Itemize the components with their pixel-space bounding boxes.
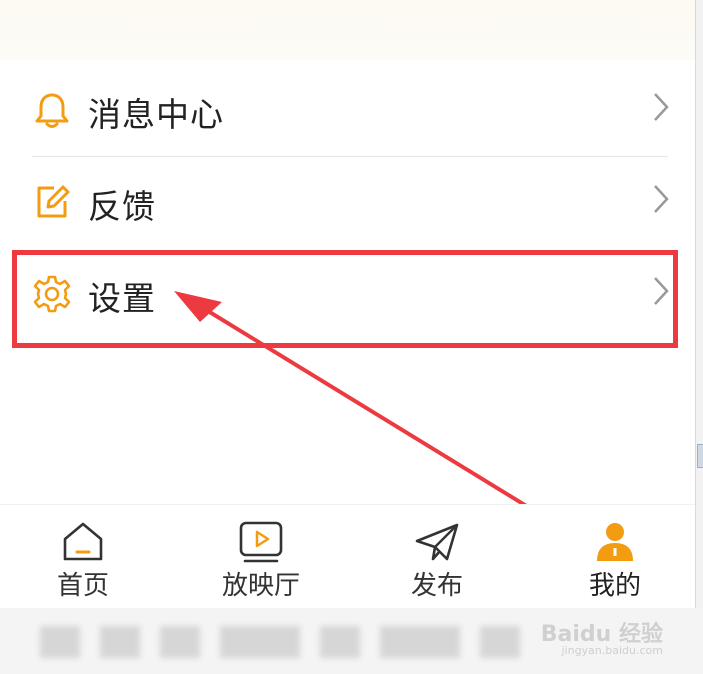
tab-mine[interactable]: 我的 [550,515,680,607]
blurred-content [480,626,520,658]
tab-label: 首页 [56,571,109,601]
chevron-right-icon [654,185,669,213]
menu-item-feedback[interactable]: 反馈 [0,158,695,250]
user-icon [597,523,633,561]
edge-tab [697,444,703,468]
tab-home[interactable]: 首页 [18,515,148,607]
home-icon [63,522,103,561]
divider [32,156,668,157]
watermark-url: jingyan.baidu.com [561,644,663,657]
send-icon [415,523,459,561]
menu-item-label: 消息中心 [88,95,224,134]
bottom-tab-bar: 首页 放映厅 发布 我的 [0,504,695,609]
blurred-content [380,626,460,658]
menu-item-message-center[interactable]: 消息中心 [0,66,695,158]
blurred-content [220,626,300,658]
blurred-content [100,626,140,658]
highlight-box [12,250,678,348]
bottom-system-bar: Baidu 经验 jingyan.baidu.com [0,608,703,674]
window-edge [695,0,703,674]
blurred-content [320,626,360,658]
edit-icon [37,185,70,218]
play-screen-icon [239,521,283,563]
blurred-content [40,626,80,658]
blurred-content [160,626,200,658]
top-header-area [0,0,695,60]
menu-item-label: 反馈 [88,187,156,226]
tab-label: 发布 [410,571,463,601]
tab-publish[interactable]: 发布 [372,515,502,607]
tab-label: 我的 [588,571,641,601]
tab-theater[interactable]: 放映厅 [196,515,326,607]
tab-label: 放映厅 [221,571,300,601]
bell-icon [35,93,69,128]
chevron-right-icon [654,93,669,121]
